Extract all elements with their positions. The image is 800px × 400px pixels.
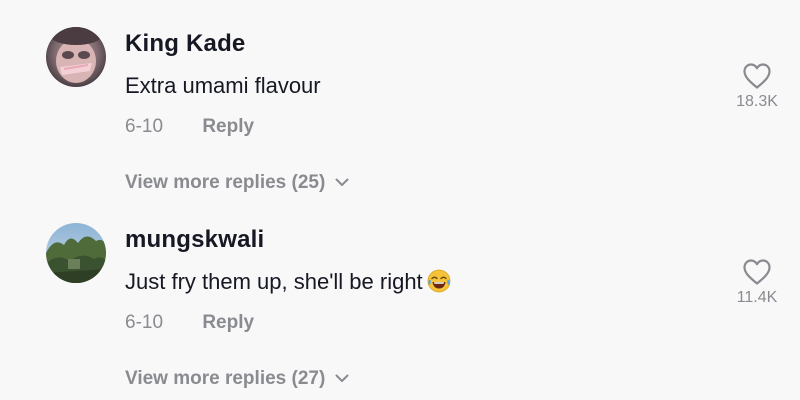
comment-text: Just fry them up, she'll be right <box>125 269 451 295</box>
comment-meta: 6-10 Reply <box>125 312 254 334</box>
view-more-replies-button[interactable]: View more replies (27) <box>125 367 349 390</box>
comment-username[interactable]: King Kade <box>125 30 245 58</box>
like-area: 11.4K <box>725 258 789 307</box>
heart-outline-icon[interactable] <box>742 62 772 90</box>
comment-text-body: Extra umami flavour <box>125 73 321 98</box>
user-avatar[interactable] <box>46 27 106 87</box>
chevron-down-icon <box>335 171 349 193</box>
comment-date: 6-10 <box>125 116 164 137</box>
chevron-down-icon <box>335 367 349 389</box>
comment-meta: 6-10 Reply <box>125 116 254 138</box>
like-count: 18.3K <box>736 93 778 110</box>
comment-list: King Kade Extra umami flavour 6-10 Reply… <box>0 0 800 400</box>
user-avatar[interactable] <box>46 223 106 283</box>
reply-button[interactable]: Reply <box>202 116 254 138</box>
comment-text: Extra umami flavour <box>125 73 321 99</box>
like-count: 11.4K <box>736 289 778 306</box>
heart-outline-icon[interactable] <box>742 258 772 286</box>
comment-username[interactable]: mungskwali <box>125 226 264 254</box>
view-more-replies-button[interactable]: View more replies (25) <box>125 171 349 194</box>
comment-text-body: Just fry them up, she'll be right <box>125 269 423 294</box>
reply-button[interactable]: Reply <box>202 312 254 334</box>
face-with-tears-of-joy-icon <box>427 269 451 293</box>
avatar-photo-icon <box>46 223 106 283</box>
avatar-photo-icon <box>46 27 106 87</box>
comment-item: King Kade Extra umami flavour 6-10 Reply… <box>0 0 800 196</box>
comment-date: 6-10 <box>125 312 164 333</box>
view-more-replies-label: View more replies (25) <box>125 172 326 193</box>
view-more-replies-label: View more replies (27) <box>125 368 326 389</box>
comment-item: mungskwali Just fry them up, she'll be r… <box>0 196 800 392</box>
like-area: 18.3K <box>725 62 789 111</box>
